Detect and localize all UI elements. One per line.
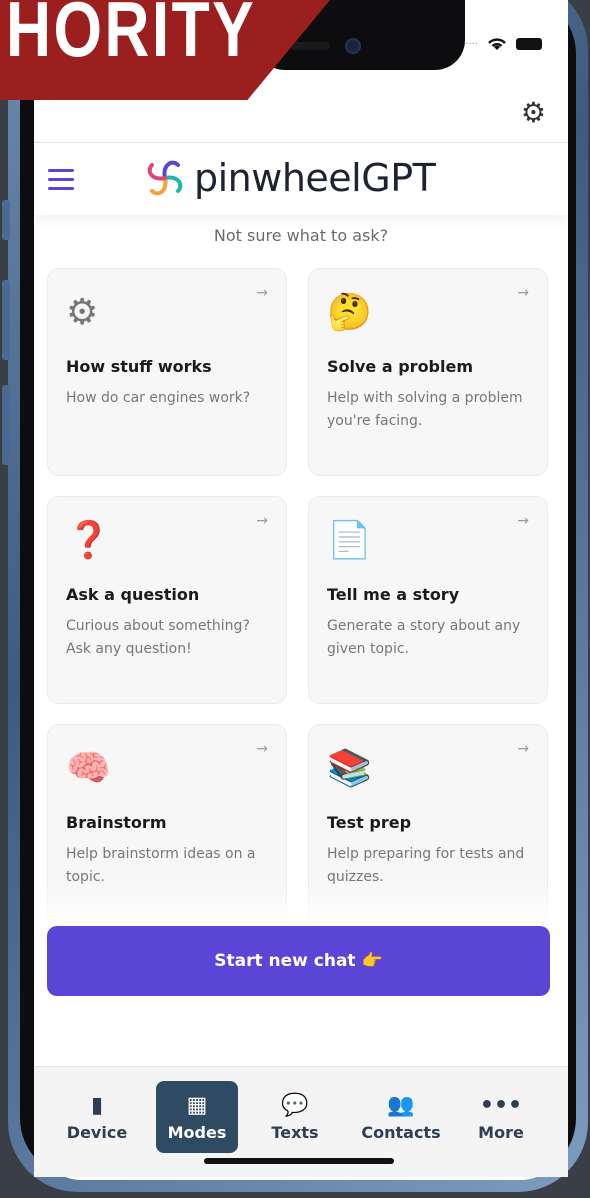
tab-label: Device — [66, 1122, 128, 1142]
arrow-right-icon: → — [256, 285, 268, 301]
tab-label: Texts — [271, 1122, 319, 1142]
card-solve-a-problem[interactable]: → 🤔 Solve a problem Help with solving a pro… — [308, 268, 548, 476]
chat-bubble-icon: 💬 — [281, 1092, 309, 1118]
app-logo: pinwheelGPT — [142, 155, 436, 201]
speaker — [290, 42, 330, 50]
card-tell-me-a-story[interactable]: → 📄 Tell me a story Generate a story about … — [308, 496, 548, 704]
device-icon: ▮ — [90, 1092, 104, 1118]
arrow-right-icon: → — [517, 741, 529, 757]
tab-device[interactable]: ▮ Device — [56, 1081, 138, 1153]
card-ask-a-question[interactable]: → ❓ Ask a question Curious about something?… — [47, 496, 287, 704]
more-icon: ••• — [479, 1092, 523, 1118]
card-how-stuff-works[interactable]: → ⚙ How stuff works How do car engines work… — [47, 268, 287, 476]
tab-more[interactable]: ••• More — [460, 1081, 542, 1153]
wifi-icon — [488, 38, 506, 50]
banner-text: HORITY — [6, 0, 257, 73]
arrow-right-icon: → — [256, 513, 268, 529]
card-title: Brainstorm — [66, 813, 167, 832]
tab-label: Modes — [167, 1122, 227, 1142]
books-icon: 📚 — [327, 748, 372, 789]
card-description: Generate a story about any given topic. — [327, 618, 521, 657]
card-description: Help with solving a problem you're facin… — [327, 390, 523, 429]
card-description: How do car engines work? — [66, 390, 251, 406]
card-title: Test prep — [327, 813, 412, 832]
tab-modes[interactable]: ▦ Modes — [156, 1081, 238, 1153]
brain-icon: 🧠 — [66, 748, 111, 789]
card-title: Solve a problem — [327, 357, 474, 376]
app-header: pinwheelGPT — [34, 143, 568, 215]
settings-gear-icon[interactable]: ⚙ — [521, 96, 546, 129]
card-title: How stuff works — [66, 357, 212, 376]
prompt-text: Not sure what to ask? — [213, 226, 389, 245]
tab-label: Contacts — [361, 1122, 441, 1142]
home-indicator[interactable] — [204, 1158, 394, 1164]
signal-icon: ···· — [465, 38, 478, 50]
document-icon: 📄 — [327, 520, 372, 561]
pinwheel-logo-icon — [147, 160, 183, 196]
volume-down-button — [2, 385, 10, 465]
contacts-icon: 👥 — [387, 1092, 415, 1118]
gear-icon: ⚙ — [66, 292, 99, 333]
start-new-chat-button[interactable]: Start new chat 👉 — [47, 926, 550, 996]
card-title: Ask a question — [66, 585, 200, 604]
front-camera — [345, 38, 361, 54]
thinking-face-icon: 🤔 — [327, 292, 372, 333]
card-title: Tell me a story — [327, 585, 460, 604]
side-button — [2, 200, 10, 240]
status-bar: ···· — [465, 36, 542, 52]
battery-icon — [516, 38, 542, 50]
pointing-hand-icon: 👉 — [361, 951, 383, 971]
hamburger-menu-icon[interactable] — [48, 169, 74, 196]
scroll-fade — [34, 880, 568, 930]
calendar-icon: ▦ — [186, 1092, 208, 1118]
arrow-right-icon: → — [256, 741, 268, 757]
arrow-right-icon: → — [517, 513, 529, 529]
start-new-chat-label: Start new chat — [214, 951, 356, 971]
tab-texts[interactable]: 💬 Texts — [254, 1081, 336, 1153]
arrow-right-icon: → — [517, 285, 529, 301]
tab-label: More — [478, 1122, 524, 1142]
tab-contacts[interactable]: 👥 Contacts — [356, 1081, 446, 1153]
card-description: Curious about something? Ask any questio… — [66, 618, 250, 657]
app-name: pinwheelGPT — [194, 156, 436, 200]
question-mark-icon: ❓ — [66, 520, 111, 561]
volume-up-button — [2, 280, 10, 360]
